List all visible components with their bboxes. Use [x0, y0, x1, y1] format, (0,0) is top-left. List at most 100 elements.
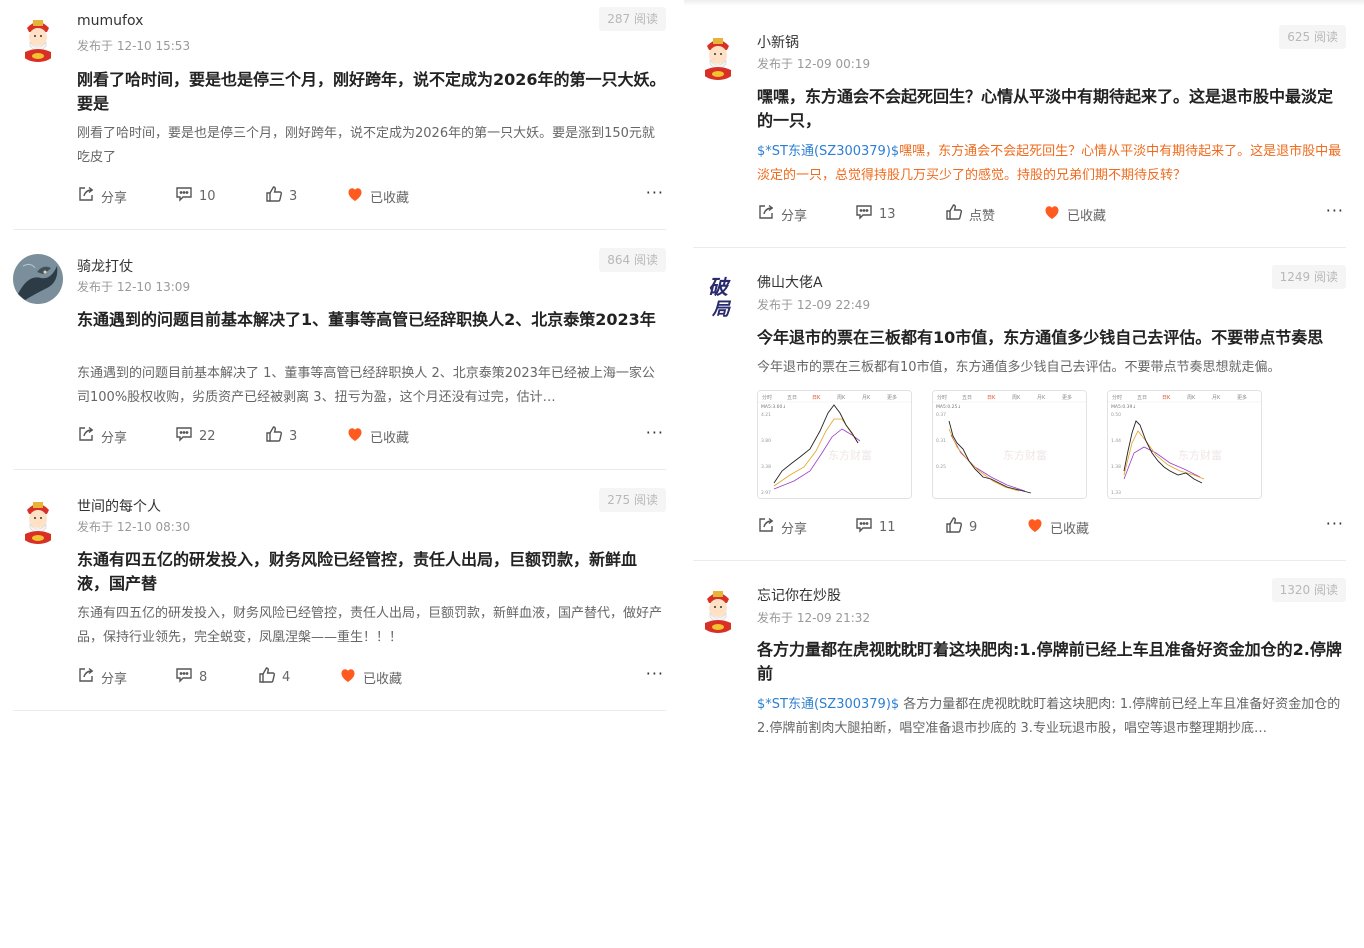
post-excerpt[interactable]: 今年退市的票在三板都有10市值，东方通值多少钱自己去评估。不要带点节奏思想就走偏…: [757, 356, 1346, 380]
post-card[interactable]: 破局 佛山大佬A 发布于 12-09 22:49 1249 阅读 今年退市的票在…: [693, 248, 1346, 561]
kline-chart-image[interactable]: 分时 五日 日K 周K 月K 更多 MA5:0.25↓ 0.37 0.31 0.25 东方财富: [932, 390, 1087, 499]
svg-text:分时: 分时: [762, 394, 772, 401]
post-card[interactable]: 忘记你在炒股 发布于 12-09 21:32 1320 阅读 各方力量都在虎视眈…: [693, 561, 1346, 751]
svg-text:东方财富: 东方财富: [1178, 448, 1222, 462]
collect-button[interactable]: 已收藏: [346, 426, 409, 446]
collect-button[interactable]: 已收藏: [1026, 517, 1089, 537]
post-excerpt[interactable]: $*ST东通(SZ300379)$嘿嘿，东方通会不会起死回生？心情从平淡中有期待…: [757, 140, 1346, 188]
post-card[interactable]: 骑龙打仗 发布于 12-10 13:09 864 阅读 东通遇到的问题目前基本解…: [13, 230, 666, 470]
thumbs-up-icon: [945, 203, 963, 225]
like-button[interactable]: 3: [265, 426, 297, 446]
comment-button[interactable]: 8: [175, 667, 207, 687]
image-gallery: 分时 五日 日K 周K 月K 更多 MA5:3.60↓ 4.21 3.80 3.38 2.97 东方财…: [757, 390, 1262, 499]
svg-text:五日: 五日: [962, 395, 972, 401]
thumbs-up-icon: [258, 666, 276, 688]
svg-text:破: 破: [708, 275, 731, 299]
more-button[interactable]: ···: [646, 425, 664, 446]
read-count-badge: 625 阅读: [1279, 25, 1346, 49]
username[interactable]: mumufox: [77, 13, 143, 29]
read-count-badge: 275 阅读: [599, 488, 666, 512]
svg-text:更多: 更多: [1062, 394, 1072, 401]
post-title[interactable]: 东通有四五亿的研发投入，财务风险已经管控，责任人出局，巨额罚款，新鲜血液，国产替: [77, 548, 666, 596]
avatar[interactable]: [13, 12, 63, 62]
stock-link[interactable]: $*ST东通(SZ300379)$: [757, 144, 899, 159]
collect-button[interactable]: 已收藏: [1043, 204, 1106, 224]
svg-text:0.31: 0.31: [936, 438, 946, 444]
post-title[interactable]: 各方力量都在虎视眈眈盯着这块肥肉:1.停牌前已经上车且准备好资金加仓的2.停牌前: [757, 638, 1346, 686]
more-button[interactable]: ···: [1326, 203, 1344, 224]
heart-icon: [1026, 516, 1044, 538]
collect-button[interactable]: 已收藏: [346, 186, 409, 206]
share-icon: [77, 666, 95, 688]
read-count-badge: 864 阅读: [599, 248, 666, 272]
post-title[interactable]: 今年退市的票在三板都有10市值，东方通值多少钱自己去评估。不要带点节奏思: [757, 326, 1346, 350]
username[interactable]: 小新锅: [757, 32, 799, 52]
more-button[interactable]: ···: [1326, 516, 1344, 537]
username[interactable]: 骑龙打仗: [77, 256, 133, 276]
svg-text:五日: 五日: [1137, 395, 1147, 401]
like-button[interactable]: 3: [265, 186, 297, 206]
action-bar: 分享 13 点赞 已收藏 ···: [757, 203, 1346, 224]
svg-text:日K: 日K: [1162, 395, 1171, 401]
post-time: 发布于 12-09 22:49: [757, 298, 871, 312]
svg-text:周K: 周K: [1187, 395, 1196, 401]
post-time: 发布于 12-09 21:32: [757, 611, 871, 625]
more-button[interactable]: ···: [646, 666, 664, 687]
svg-text:周K: 周K: [837, 395, 846, 401]
svg-text:日K: 日K: [987, 395, 996, 401]
avatar[interactable]: [13, 494, 63, 544]
post-card[interactable]: 世间的每个人 发布于 12-10 08:30 275 阅读 东通有四五亿的研发投…: [13, 470, 666, 711]
kline-chart-image[interactable]: 分时 五日 日K 周K 月K 更多 MA5:0.39↓ 0.50 1.44 1.38 1.33 东方财…: [1107, 390, 1262, 499]
svg-text:1.44: 1.44: [1111, 438, 1121, 444]
post-time: 发布于 12-10 15:53: [77, 39, 191, 53]
svg-text:分时: 分时: [937, 394, 947, 401]
like-button[interactable]: 4: [258, 667, 290, 687]
svg-text:4.21: 4.21: [761, 412, 771, 418]
share-icon: [757, 203, 775, 225]
comment-button[interactable]: 22: [175, 426, 216, 446]
stock-link[interactable]: $*ST东通(SZ300379)$: [757, 697, 899, 712]
action-bar: 分享 11 9 已收藏 ···: [757, 516, 1346, 537]
svg-text:1.38: 1.38: [1111, 464, 1121, 470]
post-excerpt[interactable]: 东通遇到的问题目前基本解决了 1、董事等高管已经辞职换人 2、北京泰策2023年…: [77, 362, 666, 410]
share-button[interactable]: 分享: [757, 517, 807, 537]
comment-icon: [175, 425, 193, 447]
username[interactable]: 佛山大佬A: [757, 272, 823, 292]
username[interactable]: 世间的每个人: [77, 496, 161, 516]
avatar[interactable]: [693, 30, 743, 80]
like-button[interactable]: 9: [945, 517, 977, 537]
post-title[interactable]: 刚看了哈时间，要是也是停三个月，刚好跨年，说不定成为2026年的第一只大妖。要是: [77, 68, 666, 116]
post-time: 发布于 12-09 00:19: [757, 57, 871, 71]
post-excerpt[interactable]: 东通有四五亿的研发投入，财务风险已经管控，责任人出局，巨额罚款，新鲜血液，国产替…: [77, 602, 666, 650]
like-button[interactable]: 点赞: [945, 204, 995, 224]
share-button[interactable]: 分享: [757, 204, 807, 224]
comment-button[interactable]: 13: [855, 204, 896, 224]
thumbs-up-icon: [265, 425, 283, 447]
svg-text:周K: 周K: [1012, 395, 1021, 401]
svg-text:MA5:3.60↓: MA5:3.60↓: [761, 404, 786, 410]
post-card[interactable]: 小新锅 发布于 12-09 00:19 625 阅读 嘿嘿，东方通会不会起死回生…: [693, 0, 1346, 248]
post-excerpt[interactable]: $*ST东通(SZ300379)$ 各方力量都在虎视眈眈盯着这块肥肉: 1.停牌…: [757, 693, 1346, 741]
right-feed: 小新锅 发布于 12-09 00:19 625 阅读 嘿嘿，东方通会不会起死回生…: [693, 0, 1346, 751]
comment-icon: [855, 516, 873, 538]
username[interactable]: 忘记你在炒股: [757, 585, 841, 605]
share-button[interactable]: 分享: [77, 426, 127, 446]
post-title[interactable]: 东通遇到的问题目前基本解决了1、董事等高管已经辞职换人2、北京泰策2023年: [77, 308, 666, 332]
kline-chart-image[interactable]: 分时 五日 日K 周K 月K 更多 MA5:3.60↓ 4.21 3.80 3.38 2.97 东方财…: [757, 390, 912, 499]
avatar[interactable]: [693, 583, 743, 633]
svg-text:月K: 月K: [1037, 395, 1046, 401]
share-button[interactable]: 分享: [77, 667, 127, 687]
post-time: 发布于 12-10 08:30: [77, 520, 191, 534]
post-title[interactable]: 嘿嘿，东方通会不会起死回生？心情从平淡中有期待起来了。这是退市股中最淡定的一只，: [757, 85, 1346, 133]
post-excerpt[interactable]: 刚看了哈时间，要是也是停三个月，刚好跨年，说不定成为2026年的第一只大妖。要是…: [77, 122, 666, 170]
avatar[interactable]: [13, 254, 63, 304]
comment-button[interactable]: 11: [855, 517, 896, 537]
svg-text:局: 局: [711, 299, 732, 320]
more-button[interactable]: ···: [646, 185, 664, 206]
poju-calligraphy-avatar[interactable]: 破局: [693, 270, 743, 320]
collect-button[interactable]: 已收藏: [339, 667, 402, 687]
share-button[interactable]: 分享: [77, 186, 127, 206]
comment-button[interactable]: 10: [175, 186, 216, 206]
svg-text:东方财富: 东方财富: [1003, 448, 1047, 462]
post-card[interactable]: mumufox 发布于 12-10 15:53 287 阅读 刚看了哈时间，要是…: [13, 0, 666, 230]
